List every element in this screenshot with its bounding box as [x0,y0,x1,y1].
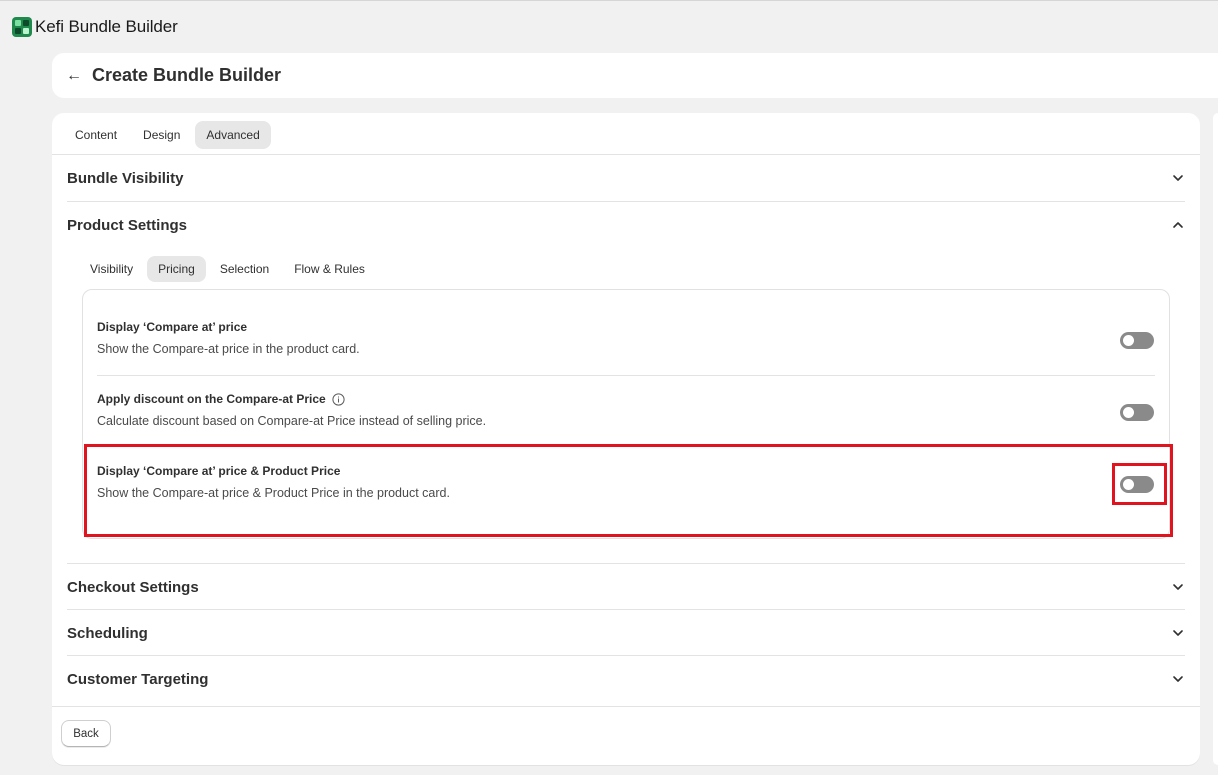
tab-content[interactable]: Content [64,121,128,149]
kefi-logo-icon [12,17,32,37]
chevron-up-icon [1173,222,1183,228]
section-bundle-visibility[interactable]: Bundle Visibility [67,155,1185,201]
toggle-display-compare-at-price[interactable] [1120,332,1154,349]
toggle-apply-discount-compare-at[interactable] [1120,404,1154,421]
page-header: ← Create Bundle Builder [52,53,1218,98]
side-panel-edge [1213,113,1218,765]
tab-design[interactable]: Design [132,121,191,149]
section-product-settings[interactable]: Product Settings [67,202,1185,248]
subtab-pricing[interactable]: Pricing [147,256,206,282]
toggle-knob [1123,335,1134,346]
bundle-settings-card: Content Design Advanced Bundle Visibilit… [52,113,1200,765]
subtab-visibility[interactable]: Visibility [79,256,144,282]
footer-divider [52,706,1200,707]
section-title: Product Settings [67,216,188,234]
arrow-left-icon[interactable]: ← [66,67,82,84]
highlight-box-toggle [1112,463,1167,505]
section-title: Scheduling [67,624,148,642]
chevron-down-icon [1173,175,1183,181]
page-title: Create Bundle Builder [92,65,282,85]
setting-title-text: Apply discount on the Compare-at Price [97,392,326,406]
setting-title: Display ‘Compare at’ price [97,320,248,334]
setting-description: Show the Compare-at price in the product… [97,342,360,356]
app-topbar: Kefi Bundle Builder [0,0,1218,53]
section-checkout-settings[interactable]: Checkout Settings [67,564,1185,610]
section-customer-targeting[interactable]: Customer Targeting [67,656,1185,702]
chevron-down-icon [1173,630,1183,636]
section-title: Bundle Visibility [67,169,184,187]
section-scheduling[interactable]: Scheduling [67,610,1185,656]
info-icon[interactable] [332,392,345,406]
chevron-down-icon [1173,584,1183,590]
setting-divider [97,375,1155,376]
product-settings-subtabs: Visibility Pricing Selection Flow & Rule… [79,256,376,282]
tab-advanced[interactable]: Advanced [195,121,271,149]
back-button[interactable]: Back [61,720,111,747]
section-title: Customer Targeting [67,670,209,688]
setting-apply-discount-compare-at: Apply discount on the Compare-at Price C… [97,392,1157,428]
setting-description: Calculate discount based on Compare-at P… [97,414,487,428]
app-name: Kefi Bundle Builder [35,17,178,36]
setting-display-compare-at-price: Display ‘Compare at’ price Show the Comp… [97,320,1157,356]
main-tabs: Content Design Advanced [64,121,271,149]
setting-title: Apply discount on the Compare-at Price [97,392,1157,406]
section-title: Checkout Settings [67,578,199,596]
chevron-down-icon [1173,676,1183,682]
subtab-flow-rules[interactable]: Flow & Rules [283,256,376,282]
highlight-box-setting [84,444,1173,537]
subtab-selection[interactable]: Selection [209,256,280,282]
toggle-knob [1123,407,1134,418]
